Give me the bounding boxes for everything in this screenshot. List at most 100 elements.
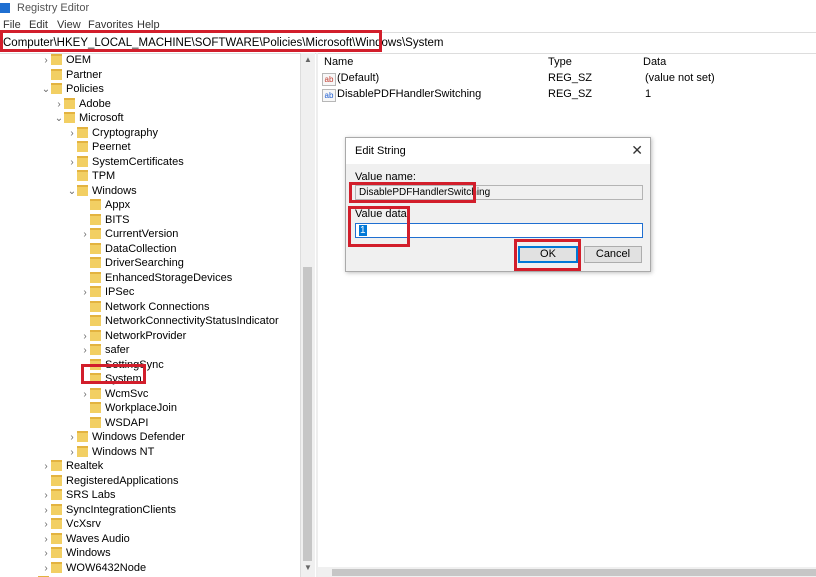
tree-item[interactable]: BITS	[80, 213, 129, 227]
system-key-highlight-box	[81, 364, 146, 384]
dialog-title: Edit String	[355, 145, 406, 157]
tree-item-label: Microsoft	[79, 112, 124, 124]
chevron-right-icon[interactable]: ›	[41, 562, 51, 576]
folder-icon	[90, 300, 101, 312]
scroll-thumb[interactable]	[303, 267, 312, 561]
scroll-down-icon[interactable]: ▼	[304, 563, 312, 572]
column-data-header[interactable]: Data	[643, 56, 666, 68]
chevron-right-icon[interactable]: ›	[41, 489, 51, 503]
folder-icon	[77, 170, 88, 181]
folder-icon	[51, 54, 62, 65]
chevron-right-icon[interactable]: ›	[67, 156, 77, 170]
chevron-right-icon[interactable]: ›	[41, 504, 51, 518]
tree-item[interactable]: ⌄ Microsoft	[54, 111, 124, 125]
tree-item[interactable]: ⌄ Windows	[67, 184, 137, 198]
folder-icon	[51, 489, 62, 500]
tree-item[interactable]: › NetworkProvider	[80, 329, 186, 343]
chevron-right-icon[interactable]: ›	[67, 431, 77, 445]
scroll-thumb[interactable]	[332, 569, 816, 576]
tree-item[interactable]: EnhancedStorageDevices	[80, 271, 232, 285]
tree-item-label: Windows Defender	[92, 431, 185, 443]
tree-item[interactable]: › SyncIntegrationClients	[41, 503, 176, 517]
tree-item[interactable]: Network Connections	[80, 300, 210, 314]
chevron-down-icon[interactable]: ⌄	[41, 83, 51, 97]
chevron-right-icon[interactable]: ›	[80, 286, 90, 300]
tree-item[interactable]: › Windows	[41, 546, 111, 560]
tree-item[interactable]: DataCollection	[80, 242, 177, 256]
tree-item[interactable]: › IPSec	[80, 285, 134, 299]
tree-item[interactable]: › Realtek	[41, 459, 103, 473]
list-horizontal-scrollbar[interactable]	[318, 567, 816, 577]
list-row[interactable]: ab (Default) REG_SZ (value not set)	[318, 71, 816, 87]
tree-item-label: SystemCertificates	[92, 155, 184, 168]
tree-item[interactable]: TPM	[67, 169, 115, 183]
tree-item-label: Windows NT	[92, 445, 155, 458]
tree-item[interactable]: › Waves Audio	[41, 532, 130, 546]
tree-item-label: NetworkConnectivityStatusIndicator	[105, 315, 279, 327]
folder-icon	[90, 315, 101, 326]
tree-item-label: Partner	[66, 68, 103, 81]
chevron-right-icon[interactable]: ›	[41, 54, 51, 68]
tree-item[interactable]: › CurrentVersion	[80, 227, 178, 241]
address-highlight-box	[0, 30, 382, 52]
value-name: DisablePDFHandlerSwitching	[337, 88, 482, 100]
chevron-down-icon[interactable]: ⌄	[67, 185, 77, 199]
tree-item[interactable]: › Adobe	[54, 97, 111, 111]
tree-item[interactable]: RegisteredApplications	[41, 474, 179, 488]
tree-item[interactable]: NetworkConnectivityStatusIndicator	[80, 314, 279, 328]
tree-item[interactable]: ⌄ Policies	[41, 82, 104, 96]
chevron-right-icon[interactable]: ›	[80, 344, 90, 358]
tree-item-label: Network Connections	[105, 300, 210, 313]
chevron-right-icon[interactable]: ›	[41, 533, 51, 547]
value-name-highlight-box	[349, 182, 476, 203]
folder-icon	[90, 257, 101, 268]
string-value-icon: ab	[322, 73, 336, 86]
tree-item-label: Windows	[92, 184, 137, 197]
tree-item[interactable]: › WcmSvc	[80, 387, 148, 401]
chevron-right-icon[interactable]: ›	[80, 330, 90, 344]
folder-icon	[90, 271, 101, 283]
folder-icon	[90, 387, 101, 399]
tree-item[interactable]: › WOW6432Node	[41, 561, 146, 575]
chevron-right-icon[interactable]: ›	[80, 388, 90, 402]
tree-item[interactable]: › Cryptography	[67, 126, 158, 140]
chevron-down-icon[interactable]: ⌄	[54, 112, 64, 126]
tree-item[interactable]: › VcXsrv	[41, 517, 101, 531]
title-bar: Registry Editor	[0, 0, 816, 18]
list-header: Name Type Data	[318, 53, 816, 71]
values-list: Name Type Data ab (Default) REG_SZ (valu…	[318, 53, 816, 577]
tree-item[interactable]: DriverSearching	[80, 256, 184, 270]
chevron-right-icon[interactable]: ›	[67, 446, 77, 460]
folder-icon	[51, 460, 62, 471]
tree-item[interactable]: › Windows Defender	[67, 430, 185, 444]
tree-item[interactable]: Appx	[80, 198, 130, 212]
folder-icon	[51, 68, 62, 80]
tree-item[interactable]: Peernet	[67, 140, 131, 154]
edit-string-dialog: Edit String ✕ Value name: DisablePDFHand…	[345, 137, 651, 272]
tree-item[interactable]: › SRS Labs	[41, 488, 116, 502]
chevron-right-icon[interactable]: ›	[41, 518, 51, 532]
tree-item[interactable]: › OEM	[41, 53, 91, 67]
tree-item[interactable]: WorkplaceJoin	[80, 401, 177, 415]
folder-icon	[90, 344, 101, 355]
tree-item[interactable]: Partner	[41, 68, 102, 82]
cancel-button[interactable]: Cancel	[584, 246, 642, 263]
tree-item-label: OEM	[66, 54, 92, 66]
tree-item[interactable]: › safer	[80, 343, 129, 357]
tree-item[interactable]: WSDAPI	[80, 416, 148, 430]
chevron-right-icon[interactable]: ›	[80, 228, 90, 242]
column-type-header[interactable]: Type	[548, 56, 572, 68]
tree-vertical-scrollbar[interactable]: ▲ ▼	[300, 53, 315, 577]
scroll-up-icon[interactable]: ▲	[304, 55, 312, 64]
folder-icon	[77, 141, 88, 152]
chevron-right-icon[interactable]: ›	[41, 460, 51, 474]
tree-item[interactable]: › Windows NT	[67, 445, 154, 459]
chevron-right-icon[interactable]: ›	[54, 98, 64, 112]
chevron-right-icon[interactable]: ›	[67, 127, 77, 141]
folder-icon	[64, 112, 75, 123]
close-icon[interactable]: ✕	[631, 142, 643, 159]
column-name-header[interactable]: Name	[324, 56, 353, 68]
list-row[interactable]: ab DisablePDFHandlerSwitching REG_SZ 1	[318, 87, 816, 103]
chevron-right-icon[interactable]: ›	[41, 547, 51, 561]
tree-item[interactable]: › SystemCertificates	[67, 155, 184, 169]
